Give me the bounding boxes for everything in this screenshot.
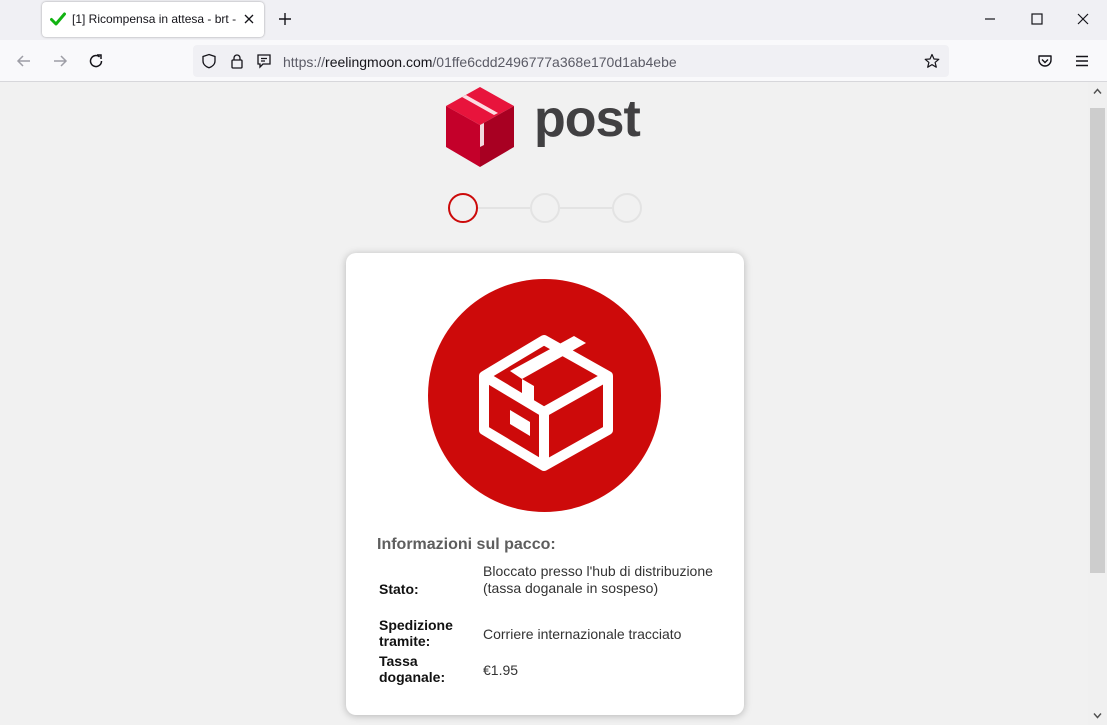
scroll-down-icon[interactable] bbox=[1092, 710, 1103, 721]
shipping-value: Corriere internazionale tracciato bbox=[483, 626, 682, 642]
plus-icon[interactable] bbox=[277, 11, 293, 27]
brand-name: post bbox=[534, 90, 641, 148]
step-connector bbox=[560, 207, 612, 209]
scroll-thumb[interactable] bbox=[1090, 108, 1105, 573]
url-path: /01ffe6cdd2496777a368e170d1ab4ebe bbox=[432, 54, 677, 70]
table-row: Spedizione tramite: Corriere internazion… bbox=[379, 617, 719, 653]
browser-window: [1] Ricompensa in attesa - brt - https:/… bbox=[0, 0, 1107, 725]
brand-logo: post bbox=[444, 87, 650, 167]
pocket-icon[interactable] bbox=[1036, 52, 1054, 70]
info-title: Informazioni sul pacco: bbox=[377, 536, 556, 553]
url-text[interactable]: https://reelingmoon.com/01ffe6cdd2496777… bbox=[283, 54, 677, 70]
window-close-icon[interactable] bbox=[1076, 12, 1090, 26]
tab-title: [1] Ricompensa in attesa - brt - bbox=[72, 12, 237, 26]
package-icon-circle bbox=[428, 279, 661, 512]
shipping-label: Spedizione tramite: bbox=[379, 617, 453, 649]
page-viewport: post Informazioni sul pacco: Stato: Bloc… bbox=[0, 82, 1088, 725]
step-1 bbox=[448, 193, 478, 223]
tab-strip: [1] Ricompensa in attesa - brt - bbox=[0, 0, 1107, 40]
box-icon bbox=[479, 335, 613, 471]
info-table: Stato: Bloccato presso l'hub di distribu… bbox=[379, 563, 719, 689]
progress-steps bbox=[448, 193, 644, 223]
maximize-icon[interactable] bbox=[1030, 12, 1044, 26]
close-icon[interactable] bbox=[241, 11, 257, 27]
forward-icon[interactable] bbox=[51, 52, 69, 70]
package-info-card: Informazioni sul pacco: Stato: Bloccato … bbox=[346, 253, 744, 715]
status-label: Stato: bbox=[379, 581, 419, 597]
package-logo-icon bbox=[446, 87, 514, 167]
minimize-icon[interactable] bbox=[983, 12, 997, 26]
reader-icon[interactable] bbox=[256, 53, 272, 69]
back-icon[interactable] bbox=[15, 52, 33, 70]
shield-icon[interactable] bbox=[201, 53, 217, 69]
vertical-scrollbar[interactable] bbox=[1088, 82, 1107, 725]
reload-icon[interactable] bbox=[87, 52, 105, 70]
scroll-up-icon[interactable] bbox=[1092, 86, 1103, 97]
table-row: Tassa doganale: €1.95 bbox=[379, 653, 719, 689]
table-row: Stato: Bloccato presso l'hub di distribu… bbox=[379, 563, 719, 611]
customs-fee-label: Tassa doganale: bbox=[379, 653, 446, 685]
navigation-bar: https://reelingmoon.com/01ffe6cdd2496777… bbox=[0, 40, 1107, 82]
lock-icon[interactable] bbox=[229, 53, 245, 69]
url-bar[interactable]: https://reelingmoon.com/01ffe6cdd2496777… bbox=[193, 45, 949, 77]
url-domain: reelingmoon.com bbox=[325, 54, 433, 70]
step-connector bbox=[478, 207, 530, 209]
check-icon bbox=[50, 12, 66, 26]
menu-icon[interactable] bbox=[1073, 52, 1091, 70]
star-icon[interactable] bbox=[924, 53, 940, 69]
status-value: Bloccato presso l'hub di distribuzione (… bbox=[483, 563, 713, 596]
customs-fee-value: €1.95 bbox=[483, 662, 519, 678]
url-scheme: https:// bbox=[283, 54, 326, 70]
step-2 bbox=[530, 193, 560, 223]
active-tab[interactable]: [1] Ricompensa in attesa - brt - bbox=[42, 2, 264, 37]
step-3 bbox=[612, 193, 642, 223]
